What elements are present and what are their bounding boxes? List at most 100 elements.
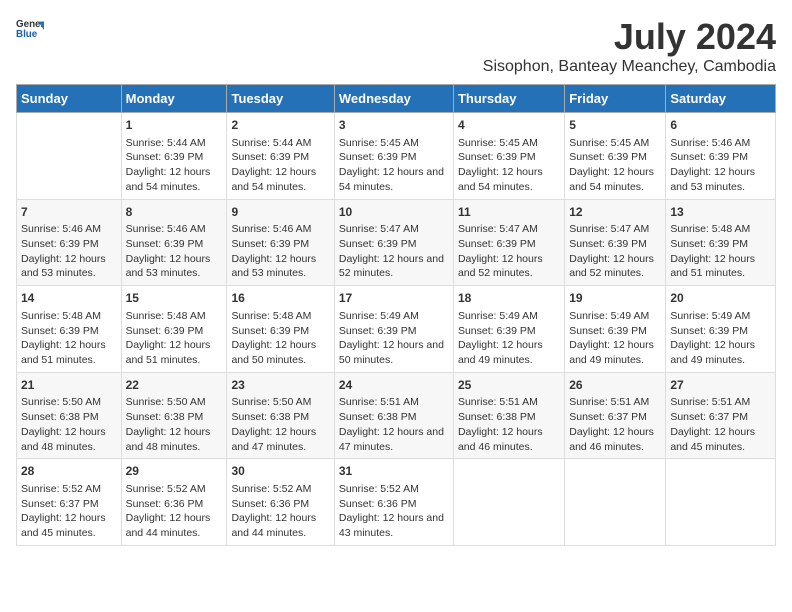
cell-2-5: 11Sunrise: 5:47 AMSunset: 6:39 PMDayligh…: [453, 199, 564, 286]
day-info-line: Sunset: 6:39 PM: [231, 324, 329, 339]
day-number: 21: [21, 377, 117, 394]
cell-3-6: 19Sunrise: 5:49 AMSunset: 6:39 PMDayligh…: [565, 286, 666, 373]
day-info-line: Daylight: 12 hours and 51 minutes.: [670, 252, 771, 281]
cell-2-4: 10Sunrise: 5:47 AMSunset: 6:39 PMDayligh…: [334, 199, 453, 286]
cell-5-7: [666, 459, 776, 546]
day-info-line: Daylight: 12 hours and 49 minutes.: [458, 338, 560, 367]
day-info-line: Sunrise: 5:48 AM: [126, 309, 223, 324]
day-info-line: Sunrise: 5:46 AM: [231, 222, 329, 237]
day-number: 1: [126, 117, 223, 134]
day-info-line: Daylight: 12 hours and 44 minutes.: [126, 511, 223, 540]
day-info-line: Sunrise: 5:48 AM: [231, 309, 329, 324]
cell-1-5: 4Sunrise: 5:45 AMSunset: 6:39 PMDaylight…: [453, 113, 564, 200]
week-row-3: 14Sunrise: 5:48 AMSunset: 6:39 PMDayligh…: [17, 286, 776, 373]
day-info-line: Daylight: 12 hours and 51 minutes.: [126, 338, 223, 367]
day-info-line: Sunrise: 5:49 AM: [458, 309, 560, 324]
day-info-line: Sunset: 6:39 PM: [569, 150, 661, 165]
day-info-line: Sunset: 6:36 PM: [339, 497, 449, 512]
cell-2-2: 8Sunrise: 5:46 AMSunset: 6:39 PMDaylight…: [121, 199, 227, 286]
day-info-line: Daylight: 12 hours and 47 minutes.: [231, 425, 329, 454]
calendar-header: Sunday Monday Tuesday Wednesday Thursday…: [17, 85, 776, 113]
cell-4-2: 22Sunrise: 5:50 AMSunset: 6:38 PMDayligh…: [121, 372, 227, 459]
cell-3-7: 20Sunrise: 5:49 AMSunset: 6:39 PMDayligh…: [666, 286, 776, 373]
logo-icon: General Blue: [16, 16, 44, 44]
cell-1-3: 2Sunrise: 5:44 AMSunset: 6:39 PMDaylight…: [227, 113, 334, 200]
day-info-line: Daylight: 12 hours and 50 minutes.: [231, 338, 329, 367]
cell-5-6: [565, 459, 666, 546]
day-info-line: Sunrise: 5:50 AM: [126, 395, 223, 410]
day-number: 16: [231, 290, 329, 307]
cell-2-7: 13Sunrise: 5:48 AMSunset: 6:39 PMDayligh…: [666, 199, 776, 286]
cell-3-1: 14Sunrise: 5:48 AMSunset: 6:39 PMDayligh…: [17, 286, 122, 373]
day-info-line: Daylight: 12 hours and 54 minutes.: [569, 165, 661, 194]
day-info-line: Sunrise: 5:44 AM: [126, 136, 223, 151]
day-info-line: Sunset: 6:39 PM: [126, 150, 223, 165]
day-info-line: Sunset: 6:39 PM: [339, 324, 449, 339]
day-number: 19: [569, 290, 661, 307]
day-number: 18: [458, 290, 560, 307]
svg-text:Blue: Blue: [16, 29, 38, 40]
cell-1-6: 5Sunrise: 5:45 AMSunset: 6:39 PMDaylight…: [565, 113, 666, 200]
day-info-line: Sunset: 6:39 PM: [21, 237, 117, 252]
day-number: 30: [231, 463, 329, 480]
day-info-line: Sunset: 6:39 PM: [21, 324, 117, 339]
header-monday: Monday: [121, 85, 227, 113]
calendar-table: Sunday Monday Tuesday Wednesday Thursday…: [16, 84, 776, 546]
day-number: 28: [21, 463, 117, 480]
day-info-line: Sunrise: 5:50 AM: [231, 395, 329, 410]
cell-2-6: 12Sunrise: 5:47 AMSunset: 6:39 PMDayligh…: [565, 199, 666, 286]
day-info-line: Daylight: 12 hours and 52 minutes.: [339, 252, 449, 281]
day-info-line: Daylight: 12 hours and 45 minutes.: [21, 511, 117, 540]
day-number: 9: [231, 204, 329, 221]
header-wednesday: Wednesday: [334, 85, 453, 113]
day-info-line: Daylight: 12 hours and 53 minutes.: [670, 165, 771, 194]
days-of-week-row: Sunday Monday Tuesday Wednesday Thursday…: [17, 85, 776, 113]
day-info-line: Sunrise: 5:47 AM: [458, 222, 560, 237]
day-info-line: Sunset: 6:39 PM: [670, 150, 771, 165]
cell-3-2: 15Sunrise: 5:48 AMSunset: 6:39 PMDayligh…: [121, 286, 227, 373]
day-info-line: Sunrise: 5:51 AM: [458, 395, 560, 410]
cell-5-1: 28 Sunrise: 5:52 AMSunset: 6:37 PMDayligh…: [17, 459, 122, 546]
day-number: 29: [126, 463, 223, 480]
day-info-line: Sunrise: 5:48 AM: [21, 309, 117, 324]
day-info-line: Daylight: 12 hours and 46 minutes.: [569, 425, 661, 454]
day-info-line: Sunrise: 5:48 AM: [670, 222, 771, 237]
day-info-line: Daylight: 12 hours and 47 minutes.: [339, 425, 449, 454]
day-number: 12: [569, 204, 661, 221]
day-info-line: Daylight: 12 hours and 48 minutes.: [21, 425, 117, 454]
day-info-line: Sunset: 6:37 PM: [569, 410, 661, 425]
header-thursday: Thursday: [453, 85, 564, 113]
day-info-line: Sunrise: 5:51 AM: [569, 395, 661, 410]
day-info-line: Daylight: 12 hours and 45 minutes.: [670, 425, 771, 454]
cell-5-2: 29Sunrise: 5:52 AMSunset: 6:36 PMDayligh…: [121, 459, 227, 546]
day-number: 15: [126, 290, 223, 307]
day-info-line: Sunset: 6:39 PM: [339, 237, 449, 252]
cell-5-3: 30Sunrise: 5:52 AMSunset: 6:36 PMDayligh…: [227, 459, 334, 546]
day-number: 4: [458, 117, 560, 134]
day-info-line: Sunset: 6:39 PM: [670, 237, 771, 252]
day-info-line: Sunset: 6:39 PM: [126, 237, 223, 252]
day-number: 24: [339, 377, 449, 394]
day-info-line: Sunrise: 5:44 AM: [231, 136, 329, 151]
day-info-line: Sunrise: 5:46 AM: [126, 222, 223, 237]
cell-4-5: 25Sunrise: 5:51 AMSunset: 6:38 PMDayligh…: [453, 372, 564, 459]
cell-4-4: 24Sunrise: 5:51 AMSunset: 6:38 PMDayligh…: [334, 372, 453, 459]
day-info-line: Sunrise: 5:52 AM: [126, 482, 223, 497]
cell-3-3: 16 Sunrise: 5:48 AMSunset: 6:39 PMDayligh…: [227, 286, 334, 373]
day-number: 6: [670, 117, 771, 134]
header: General Blue July 2024 Sisophon, Banteay…: [16, 16, 776, 76]
day-info-line: Daylight: 12 hours and 43 minutes.: [339, 511, 449, 540]
cell-3-4: 17Sunrise: 5:49 AMSunset: 6:39 PMDayligh…: [334, 286, 453, 373]
day-info-line: Daylight: 12 hours and 54 minutes.: [231, 165, 329, 194]
day-info-line: Sunrise: 5:52 AM: [21, 482, 117, 497]
day-info-line: Sunset: 6:39 PM: [458, 237, 560, 252]
day-info-line: Daylight: 12 hours and 49 minutes.: [670, 338, 771, 367]
cell-4-3: 23Sunrise: 5:50 AMSunset: 6:38 PMDayligh…: [227, 372, 334, 459]
day-info-line: Daylight: 12 hours and 53 minutes.: [21, 252, 117, 281]
subtitle: Sisophon, Banteay Meanchey, Cambodia: [483, 58, 776, 76]
day-info-line: Daylight: 12 hours and 53 minutes.: [231, 252, 329, 281]
day-info-line: Sunset: 6:37 PM: [21, 497, 117, 512]
day-info-line: Sunset: 6:37 PM: [670, 410, 771, 425]
day-number: 14: [21, 290, 117, 307]
day-info-line: Sunrise: 5:49 AM: [569, 309, 661, 324]
